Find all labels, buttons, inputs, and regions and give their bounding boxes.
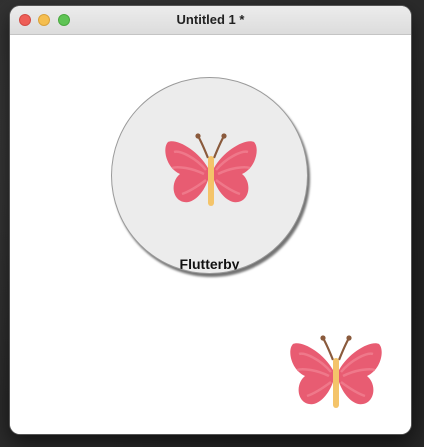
flutterby-button[interactable]: Flutterby [111, 77, 308, 274]
butterfly-icon [165, 133, 257, 206]
window-title: Untitled 1 * [176, 12, 245, 27]
app-window: Untitled 1 * Flutterby [10, 6, 411, 434]
window-content: Flutterby [10, 35, 411, 434]
butterfly-icon [290, 335, 382, 408]
button-label: Flutterby [179, 256, 240, 272]
title-bar[interactable]: Untitled 1 * [10, 6, 411, 35]
